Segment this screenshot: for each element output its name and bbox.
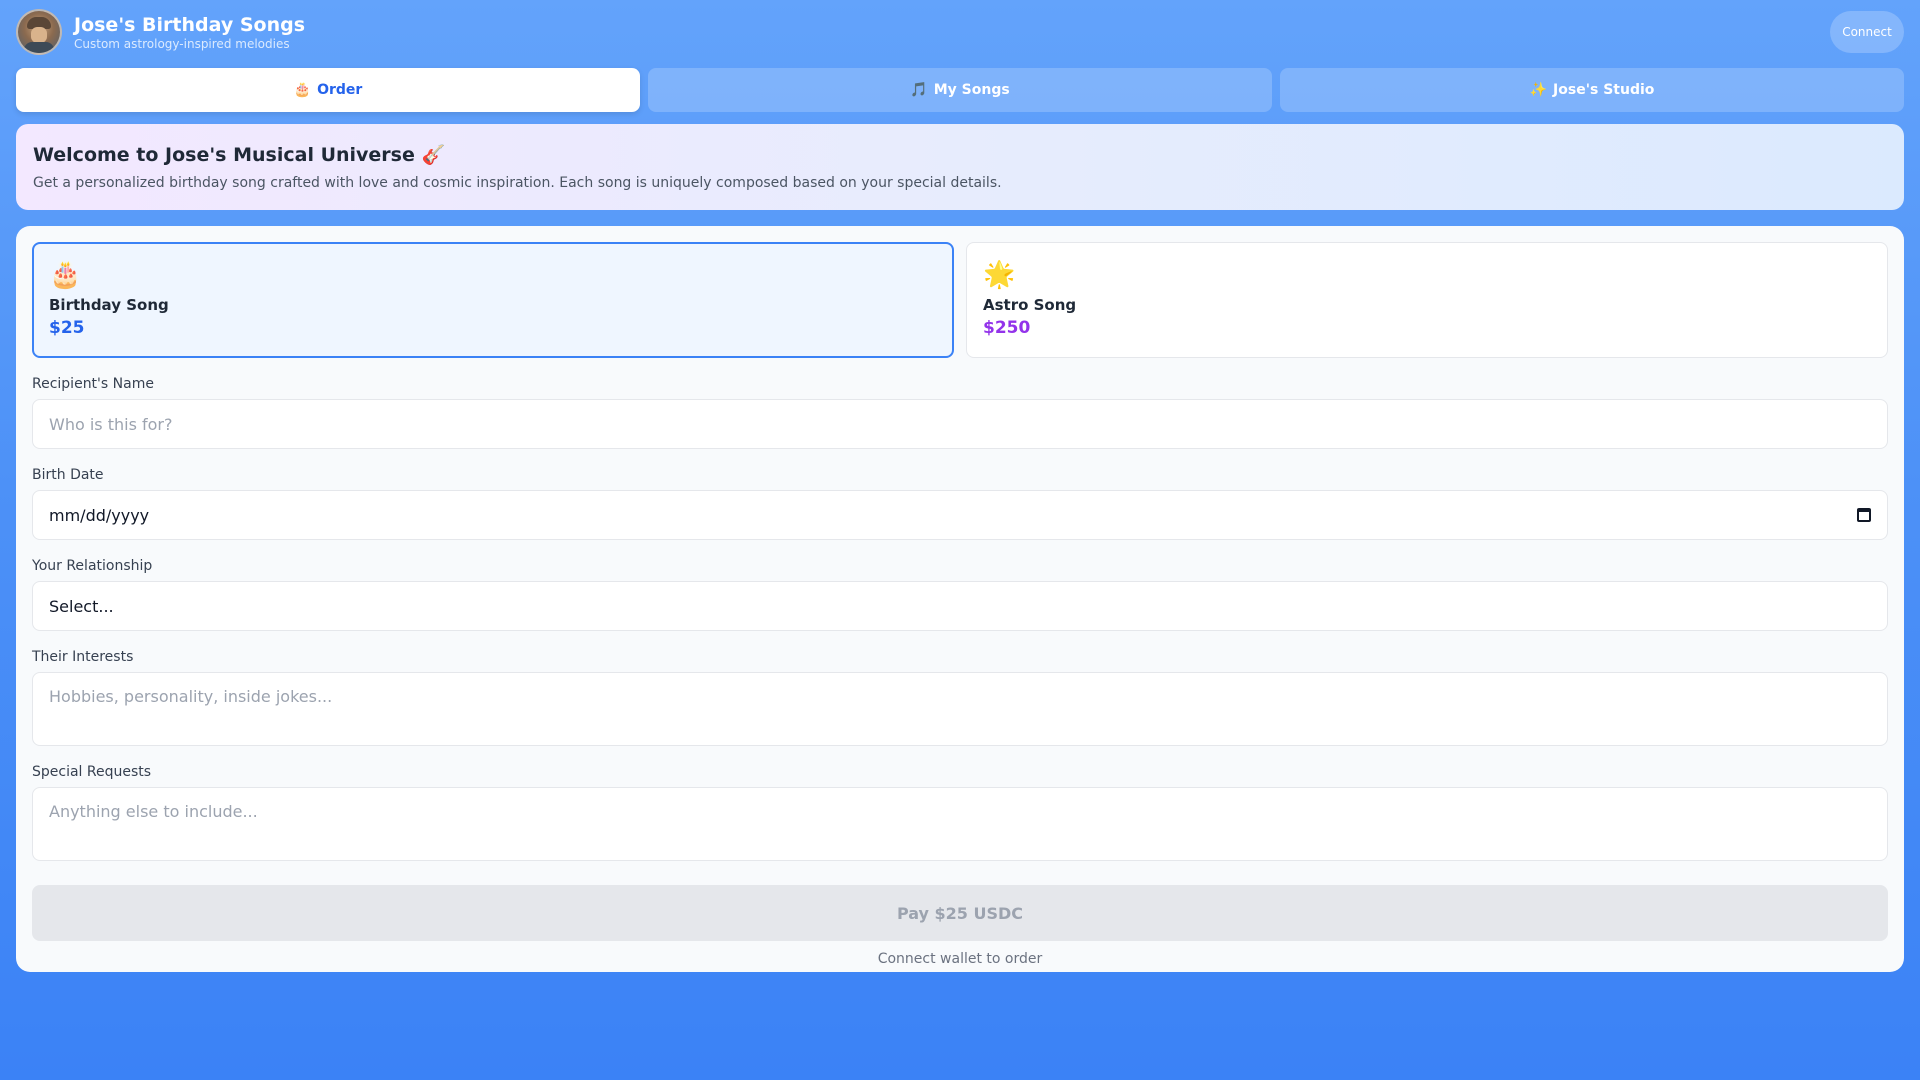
avatar bbox=[16, 9, 62, 55]
cake-icon: 🎂 bbox=[293, 82, 312, 98]
calendar-icon[interactable] bbox=[1857, 508, 1871, 522]
recipient-name-placeholder: Who is this for? bbox=[49, 414, 173, 434]
birth-date-input[interactable]: mm/dd/yyyy bbox=[32, 490, 1888, 540]
option-astro-song[interactable]: 🌟 Astro Song $250 bbox=[966, 242, 1888, 358]
birth-date-label: Birth Date bbox=[32, 467, 104, 483]
brand: Jose's Birthday Songs Custom astrology-i… bbox=[74, 13, 305, 52]
tab-order[interactable]: 🎂 Order bbox=[16, 68, 640, 112]
option-price: $250 bbox=[983, 318, 1031, 338]
song-type-options: 🎂 Birthday Song $25 🌟 Astro Song $250 bbox=[32, 242, 1888, 358]
interests-placeholder: Hobbies, personality, inside jokes... bbox=[49, 687, 333, 706]
tab-label: Jose's Studio bbox=[1553, 82, 1655, 98]
special-requests-placeholder: Anything else to include... bbox=[49, 802, 258, 821]
recipient-name-label: Recipient's Name bbox=[32, 376, 154, 392]
connect-wallet-button[interactable]: Connect bbox=[1830, 11, 1904, 53]
welcome-card: Welcome to Jose's Musical Universe 🎸 Get… bbox=[16, 124, 1904, 210]
relationship-select[interactable]: Select... bbox=[32, 581, 1888, 631]
option-birthday-song[interactable]: 🎂 Birthday Song $25 bbox=[32, 242, 954, 358]
pay-button[interactable]: Pay $25 USDC bbox=[32, 885, 1888, 941]
pay-note: Connect wallet to order bbox=[877, 951, 1043, 967]
app-title: Jose's Birthday Songs bbox=[74, 13, 306, 36]
avatar-face bbox=[31, 27, 47, 43]
sparkles-icon: ✨ bbox=[1529, 82, 1548, 98]
interests-textarea[interactable]: Hobbies, personality, inside jokes... bbox=[32, 672, 1888, 746]
music-note-icon: 🎵 bbox=[910, 82, 928, 98]
option-name: Birthday Song bbox=[49, 296, 169, 314]
tab-label: Order bbox=[317, 82, 363, 98]
special-requests-textarea[interactable]: Anything else to include... bbox=[32, 787, 1888, 861]
birth-date-placeholder: mm/dd/yyyy bbox=[49, 505, 150, 525]
tab-joses-studio[interactable]: ✨ Jose's Studio bbox=[1280, 68, 1904, 112]
interests-label: Their Interests bbox=[32, 649, 134, 665]
tab-bar: 🎂 Order 🎵 My Songs ✨ Jose's Studio bbox=[16, 68, 1904, 112]
order-form: 🎂 Birthday Song $25 🌟 Astro Song $250 Re… bbox=[16, 226, 1904, 972]
avatar-body bbox=[24, 42, 54, 53]
option-price: $25 bbox=[49, 318, 85, 338]
recipient-name-input[interactable]: Who is this for? bbox=[32, 399, 1888, 449]
option-name: Astro Song bbox=[983, 296, 1077, 314]
relationship-value: Select... bbox=[49, 596, 114, 616]
star-icon: 🌟 bbox=[983, 260, 1016, 290]
tab-my-songs[interactable]: 🎵 My Songs bbox=[648, 68, 1272, 112]
special-requests-label: Special Requests bbox=[32, 764, 152, 780]
app-header: Jose's Birthday Songs Custom astrology-i… bbox=[16, 4, 1904, 60]
relationship-label: Your Relationship bbox=[32, 558, 153, 574]
app-subtitle: Custom astrology-inspired melodies bbox=[74, 36, 290, 51]
welcome-title: Welcome to Jose's Musical Universe 🎸 bbox=[33, 144, 446, 166]
cake-icon: 🎂 bbox=[49, 260, 82, 290]
welcome-text: Get a personalized birthday song crafted… bbox=[33, 175, 1002, 191]
tab-label: My Songs bbox=[933, 82, 1010, 98]
